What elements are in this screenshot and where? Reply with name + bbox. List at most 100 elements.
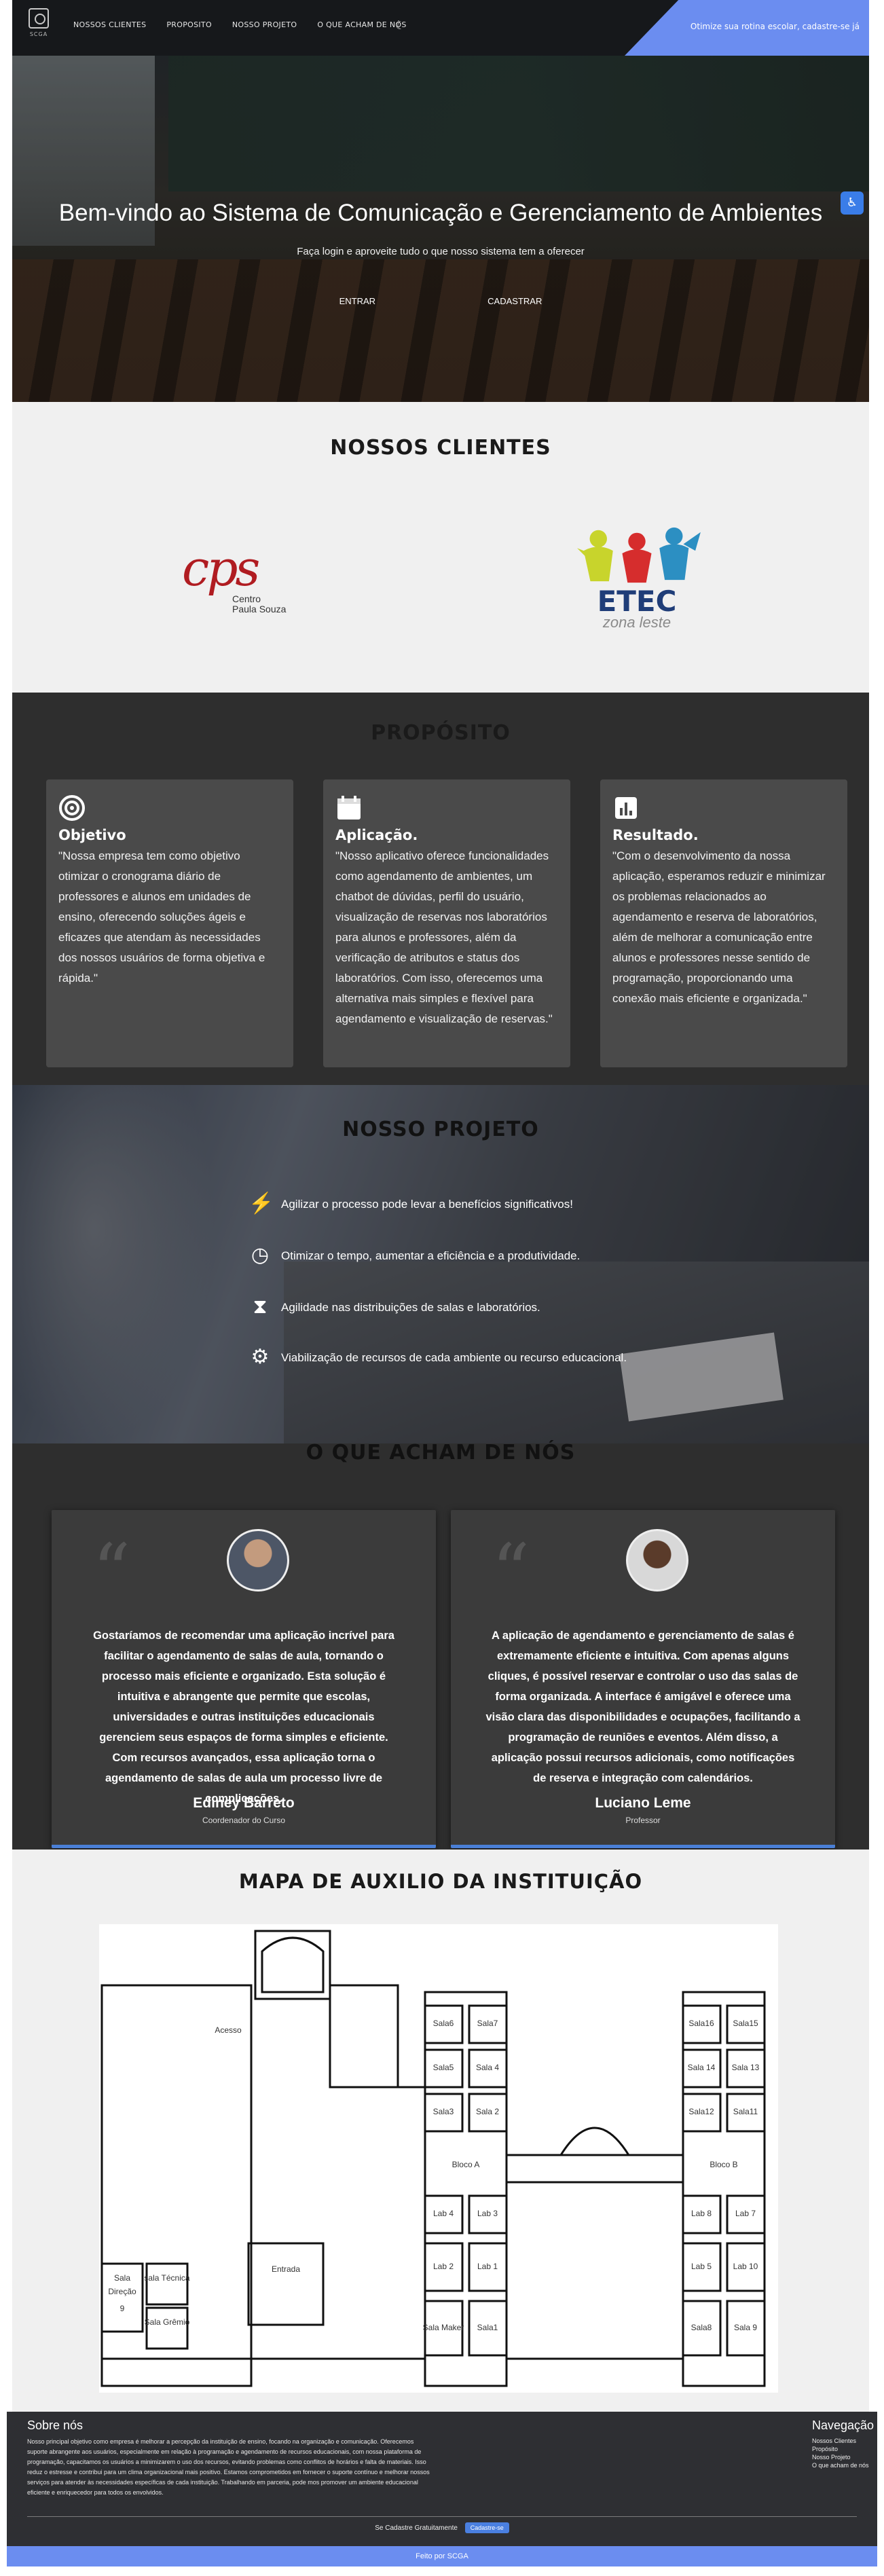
map-label: Sala7 xyxy=(477,2019,498,2028)
etec-logo-sub: zona leste xyxy=(602,614,671,631)
quote-icon: “ xyxy=(492,1528,530,1615)
map-label: Sala8 xyxy=(691,2323,712,2332)
hero-title: Bem-vindo ao Sistema de Comunicação e Ge… xyxy=(58,200,823,226)
map-label: Sala 13 xyxy=(732,2063,760,2072)
cps-logo-line1: Centro xyxy=(232,593,261,604)
map-label: sala Técnica xyxy=(144,2273,189,2283)
clients-heading: NOSSOS CLIENTES xyxy=(330,436,551,460)
map-label: Lab 3 xyxy=(477,2209,498,2218)
signup-cta-banner[interactable]: Otimize sua rotina escolar, cadastre-se … xyxy=(625,0,869,56)
login-button[interactable]: ENTRAR xyxy=(339,296,375,306)
project-item: ⚙ Viabilização de recursos de cada ambie… xyxy=(248,1347,629,1367)
dark-mode-toggle-icon[interactable]: ☾ xyxy=(395,19,405,32)
bolt-icon: ⚡ xyxy=(248,1192,274,1215)
purpose-heading: PROPÓSITO xyxy=(371,721,511,745)
map-label: Lab 10 xyxy=(733,2262,758,2271)
nav-link-projeto[interactable]: NOSSO PROJETO xyxy=(232,20,297,29)
purpose-card-text: "Nosso aplicativo oferece funcionalidade… xyxy=(335,849,553,1025)
testimonial-card: “ A aplicação de agendamento e gerenciam… xyxy=(451,1510,835,1848)
purpose-section: PROPÓSITO Objetivo "Nossa empresa tem co… xyxy=(12,693,869,1085)
map-label: Sala 14 xyxy=(688,2063,716,2072)
map-label: Sala3 xyxy=(433,2107,454,2116)
project-heading: NOSSO PROJETO xyxy=(342,1118,539,1141)
map-label: Sala 4 xyxy=(476,2063,499,2072)
footer-credit: Feito por SCGA xyxy=(7,2546,877,2566)
footer-divider xyxy=(27,2516,857,2517)
footer-about-text: Nosso principal objetivo como empresa é … xyxy=(27,2438,430,2496)
footer-signup-button[interactable]: Cadastre-se xyxy=(464,2522,509,2533)
hero-section: Bem-vindo ao Sistema de Comunicação e Ge… xyxy=(12,56,869,402)
avatar xyxy=(626,1529,688,1591)
map-label: Sala Grêmio xyxy=(145,2317,190,2327)
etec-logo: ETEC zona leste xyxy=(569,524,705,633)
testimonial-role: Professor xyxy=(625,1816,661,1825)
testimonial-name: Ediney Barreto xyxy=(193,1795,295,1811)
map-label: Lab 4 xyxy=(433,2209,454,2218)
logo-text: SCGA xyxy=(29,31,48,37)
map-heading: MAPA DE AUXILIO DA INSTITUIÇÃO xyxy=(238,1870,643,1893)
project-item: ⚡ Agilizar o processo pode levar a benef… xyxy=(248,1194,629,1214)
gear-icon: ⚙ xyxy=(251,1346,270,1368)
purpose-card-resultado: Resultado. "Com o desenvolvimento da nos… xyxy=(600,779,847,1067)
logo-icon xyxy=(29,8,49,29)
map-label: Lab 7 xyxy=(735,2209,756,2218)
map-label: Sala5 xyxy=(433,2063,454,2072)
map-label: Sala 9 xyxy=(734,2323,757,2332)
map-label: Sala16 xyxy=(688,2019,714,2028)
map-label: 9 xyxy=(120,2304,125,2313)
floor-plan-map[interactable]: Acesso Sala6 Sala7 Sala5 Sala 4 Sala3 Sa… xyxy=(99,1924,778,2393)
testimonial-name: Luciano Leme xyxy=(595,1795,691,1811)
project-item-text: Agilidade nas distribuições de salas e l… xyxy=(281,1301,540,1314)
footer-about: Sobre nós Nosso principal objetivo como … xyxy=(27,2418,435,2498)
footer-nav-link[interactable]: Propósito xyxy=(812,2445,874,2453)
footer: Sobre nós Nosso principal objetivo como … xyxy=(7,2412,877,2546)
map-label: Lab 8 xyxy=(691,2209,712,2218)
cps-logo-line2: Paula Souza xyxy=(232,604,287,614)
nav-link-clientes[interactable]: NOSSOS CLIENTES xyxy=(73,20,146,29)
accessibility-icon[interactable]: ♿ xyxy=(841,191,864,215)
etec-logo-text: ETEC xyxy=(597,585,677,618)
hero-subtitle: Faça login e aproveite tudo o que nosso … xyxy=(297,246,585,257)
nav-link-proposito[interactable]: PROPOSITO xyxy=(166,20,212,29)
footer-signup-text: Se Cadastre Gratuitamente xyxy=(375,2524,458,2532)
signup-button[interactable]: CADASTRAR xyxy=(487,296,542,306)
purpose-card-aplicacao: Aplicação. "Nosso aplicativo oferece fun… xyxy=(323,779,570,1067)
footer-nav-link[interactable]: O que acham de nós xyxy=(812,2461,874,2469)
purpose-card-title: Aplicação. xyxy=(335,827,418,843)
cps-logo-mark: cps xyxy=(182,540,260,597)
footer-nav-link[interactable]: Nossos Clientes xyxy=(812,2437,874,2445)
project-item: ◷ Otimizar o tempo, aumentar a eficiênci… xyxy=(248,1245,629,1266)
hourglass-icon: ⧗ xyxy=(253,1295,268,1318)
signup-cta-text[interactable]: Otimize sua rotina escolar, cadastre-se … xyxy=(690,22,860,31)
clock-icon: ◷ xyxy=(251,1244,270,1266)
map-label: Entrada xyxy=(272,2264,300,2274)
logo[interactable]: SCGA xyxy=(27,8,50,45)
map-section: MAPA DE AUXILIO DA INSTITUIÇÃO Acesso Sa… xyxy=(12,1850,869,2413)
project-item-text: Agilizar o processo pode levar a benefíc… xyxy=(281,1198,573,1211)
footer-about-title: Sobre nós xyxy=(27,2418,84,2432)
map-label: Sala1 xyxy=(477,2323,498,2332)
map-label: Sala Maker xyxy=(423,2323,464,2332)
purpose-card-title: Objetivo xyxy=(58,827,126,843)
project-item-text: Otimizar o tempo, aumentar a eficiência … xyxy=(281,1249,581,1262)
testimonial-role: Coordenador do Curso xyxy=(202,1816,286,1825)
clients-section: NOSSOS CLIENTES cps Centro Paula Souza E… xyxy=(12,402,869,693)
map-label: Bloco A xyxy=(452,2160,480,2169)
map-label: Sala15 xyxy=(733,2019,758,2028)
bar-chart-icon xyxy=(615,797,637,819)
map-label: Lab 1 xyxy=(477,2262,498,2271)
hero-buttons: ENTRAR CADASTRAR xyxy=(12,294,869,307)
floor-plan-drawing: Acesso Sala6 Sala7 Sala5 Sala 4 Sala3 Sa… xyxy=(100,1930,766,2387)
project-section: NOSSO PROJETO ⚡ Agilizar o processo pode… xyxy=(12,1085,869,1443)
map-label: Bloco B xyxy=(710,2160,737,2169)
nav-links: NOSSOS CLIENTES PROPOSITO NOSSO PROJETO … xyxy=(73,20,407,29)
footer-nav-title: Navegação xyxy=(812,2418,874,2432)
target-icon xyxy=(59,795,85,821)
footer-nav-link[interactable]: Nosso Projeto xyxy=(812,2453,874,2461)
purpose-card-objetivo: Objetivo "Nossa empresa tem como objetiv… xyxy=(46,779,293,1067)
nav-link-opinioes[interactable]: O QUE ACHAM DE NÓS xyxy=(317,20,406,29)
purpose-card-text: "Com o desenvolvimento da nossa aplicaçã… xyxy=(612,849,826,1005)
top-navbar: SCGA NOSSOS CLIENTES PROPOSITO NOSSO PRO… xyxy=(12,0,869,56)
map-label: Sala6 xyxy=(433,2019,454,2028)
footer-navigation: Navegação Nossos Clientes Propósito Noss… xyxy=(812,2418,874,2469)
